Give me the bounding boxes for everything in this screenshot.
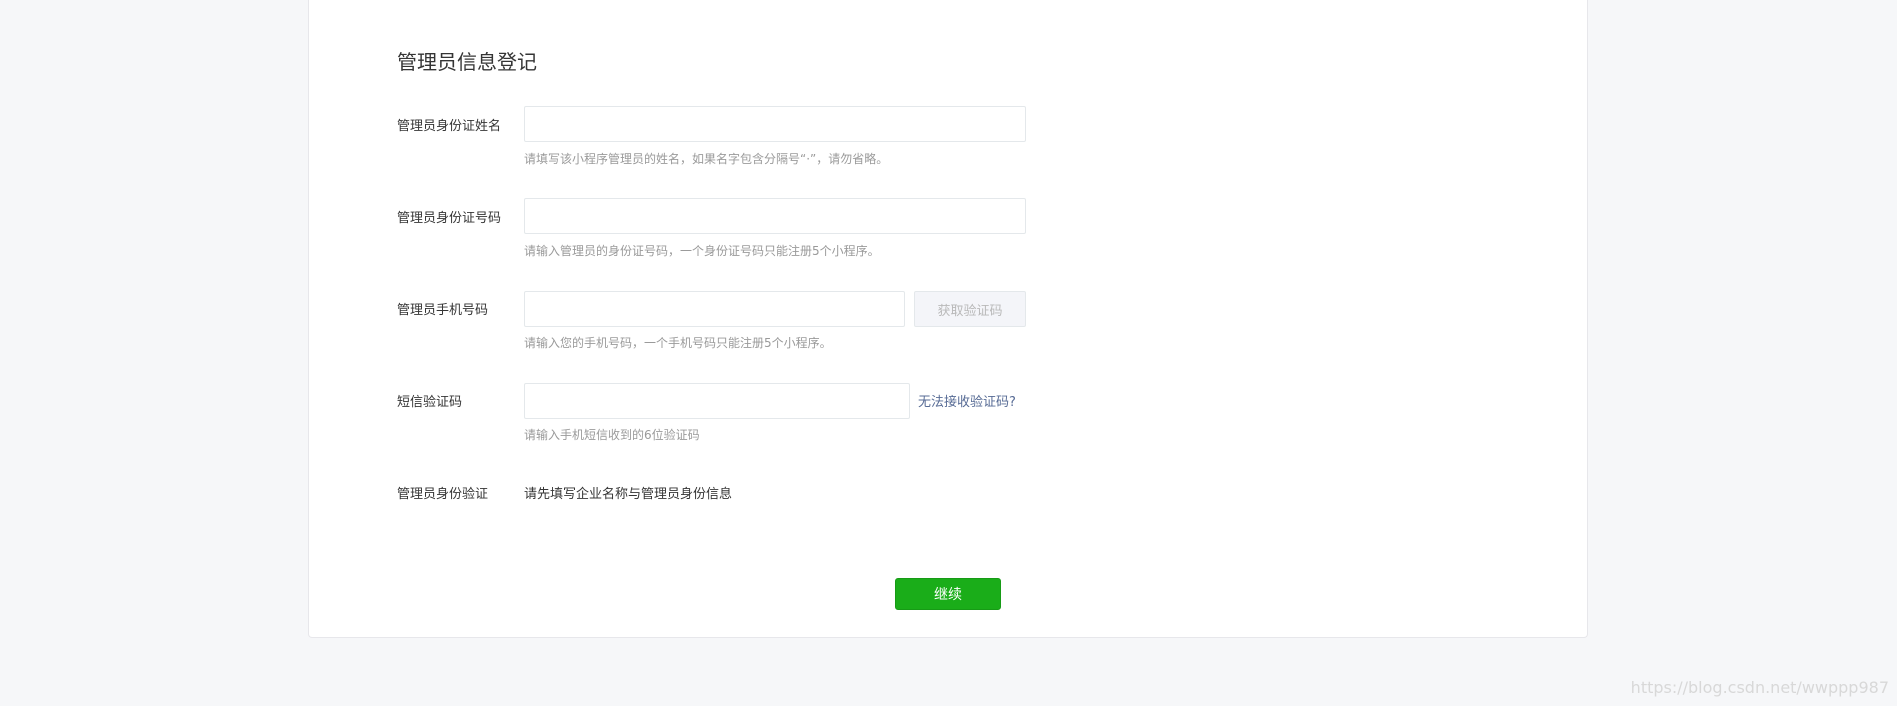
admin-phone-input[interactable] <box>524 291 905 327</box>
page-title: 管理员信息登记 <box>397 50 537 74</box>
sms-hint: 请输入手机短信收到的6位验证码 <box>524 428 700 442</box>
name-label: 管理员身份证姓名 <box>397 119 502 134</box>
identity-verify-text: 请先填写企业名称与管理员身份信息 <box>524 487 733 502</box>
cannot-receive-code-link[interactable]: 无法接收验证码? <box>918 391 1016 410</box>
get-code-button[interactable]: 获取验证码 <box>914 291 1026 327</box>
identity-verify-label: 管理员身份验证 <box>397 487 489 502</box>
continue-button[interactable]: 继续 <box>895 578 1001 610</box>
sms-code-input[interactable] <box>524 383 910 419</box>
name-hint: 请填写该小程序管理员的姓名，如果名字包含分隔号“·”，请勿省略。 <box>524 152 889 166</box>
phone-label: 管理员手机号码 <box>397 303 489 318</box>
phone-hint: 请输入您的手机号码，一个手机号码只能注册5个小程序。 <box>524 336 832 350</box>
page: 管理员信息登记 管理员身份证姓名 请填写该小程序管理员的姓名，如果名字包含分隔号… <box>0 0 1897 706</box>
admin-name-input[interactable] <box>524 106 1026 142</box>
id-hint: 请输入管理员的身份证号码，一个身份证号码只能注册5个小程序。 <box>524 244 880 258</box>
sms-label: 短信验证码 <box>397 395 463 410</box>
admin-id-number-input[interactable] <box>524 198 1026 234</box>
watermark-text: https://blog.csdn.net/wwppp987 <box>1630 678 1889 697</box>
id-label: 管理员身份证号码 <box>397 211 502 226</box>
